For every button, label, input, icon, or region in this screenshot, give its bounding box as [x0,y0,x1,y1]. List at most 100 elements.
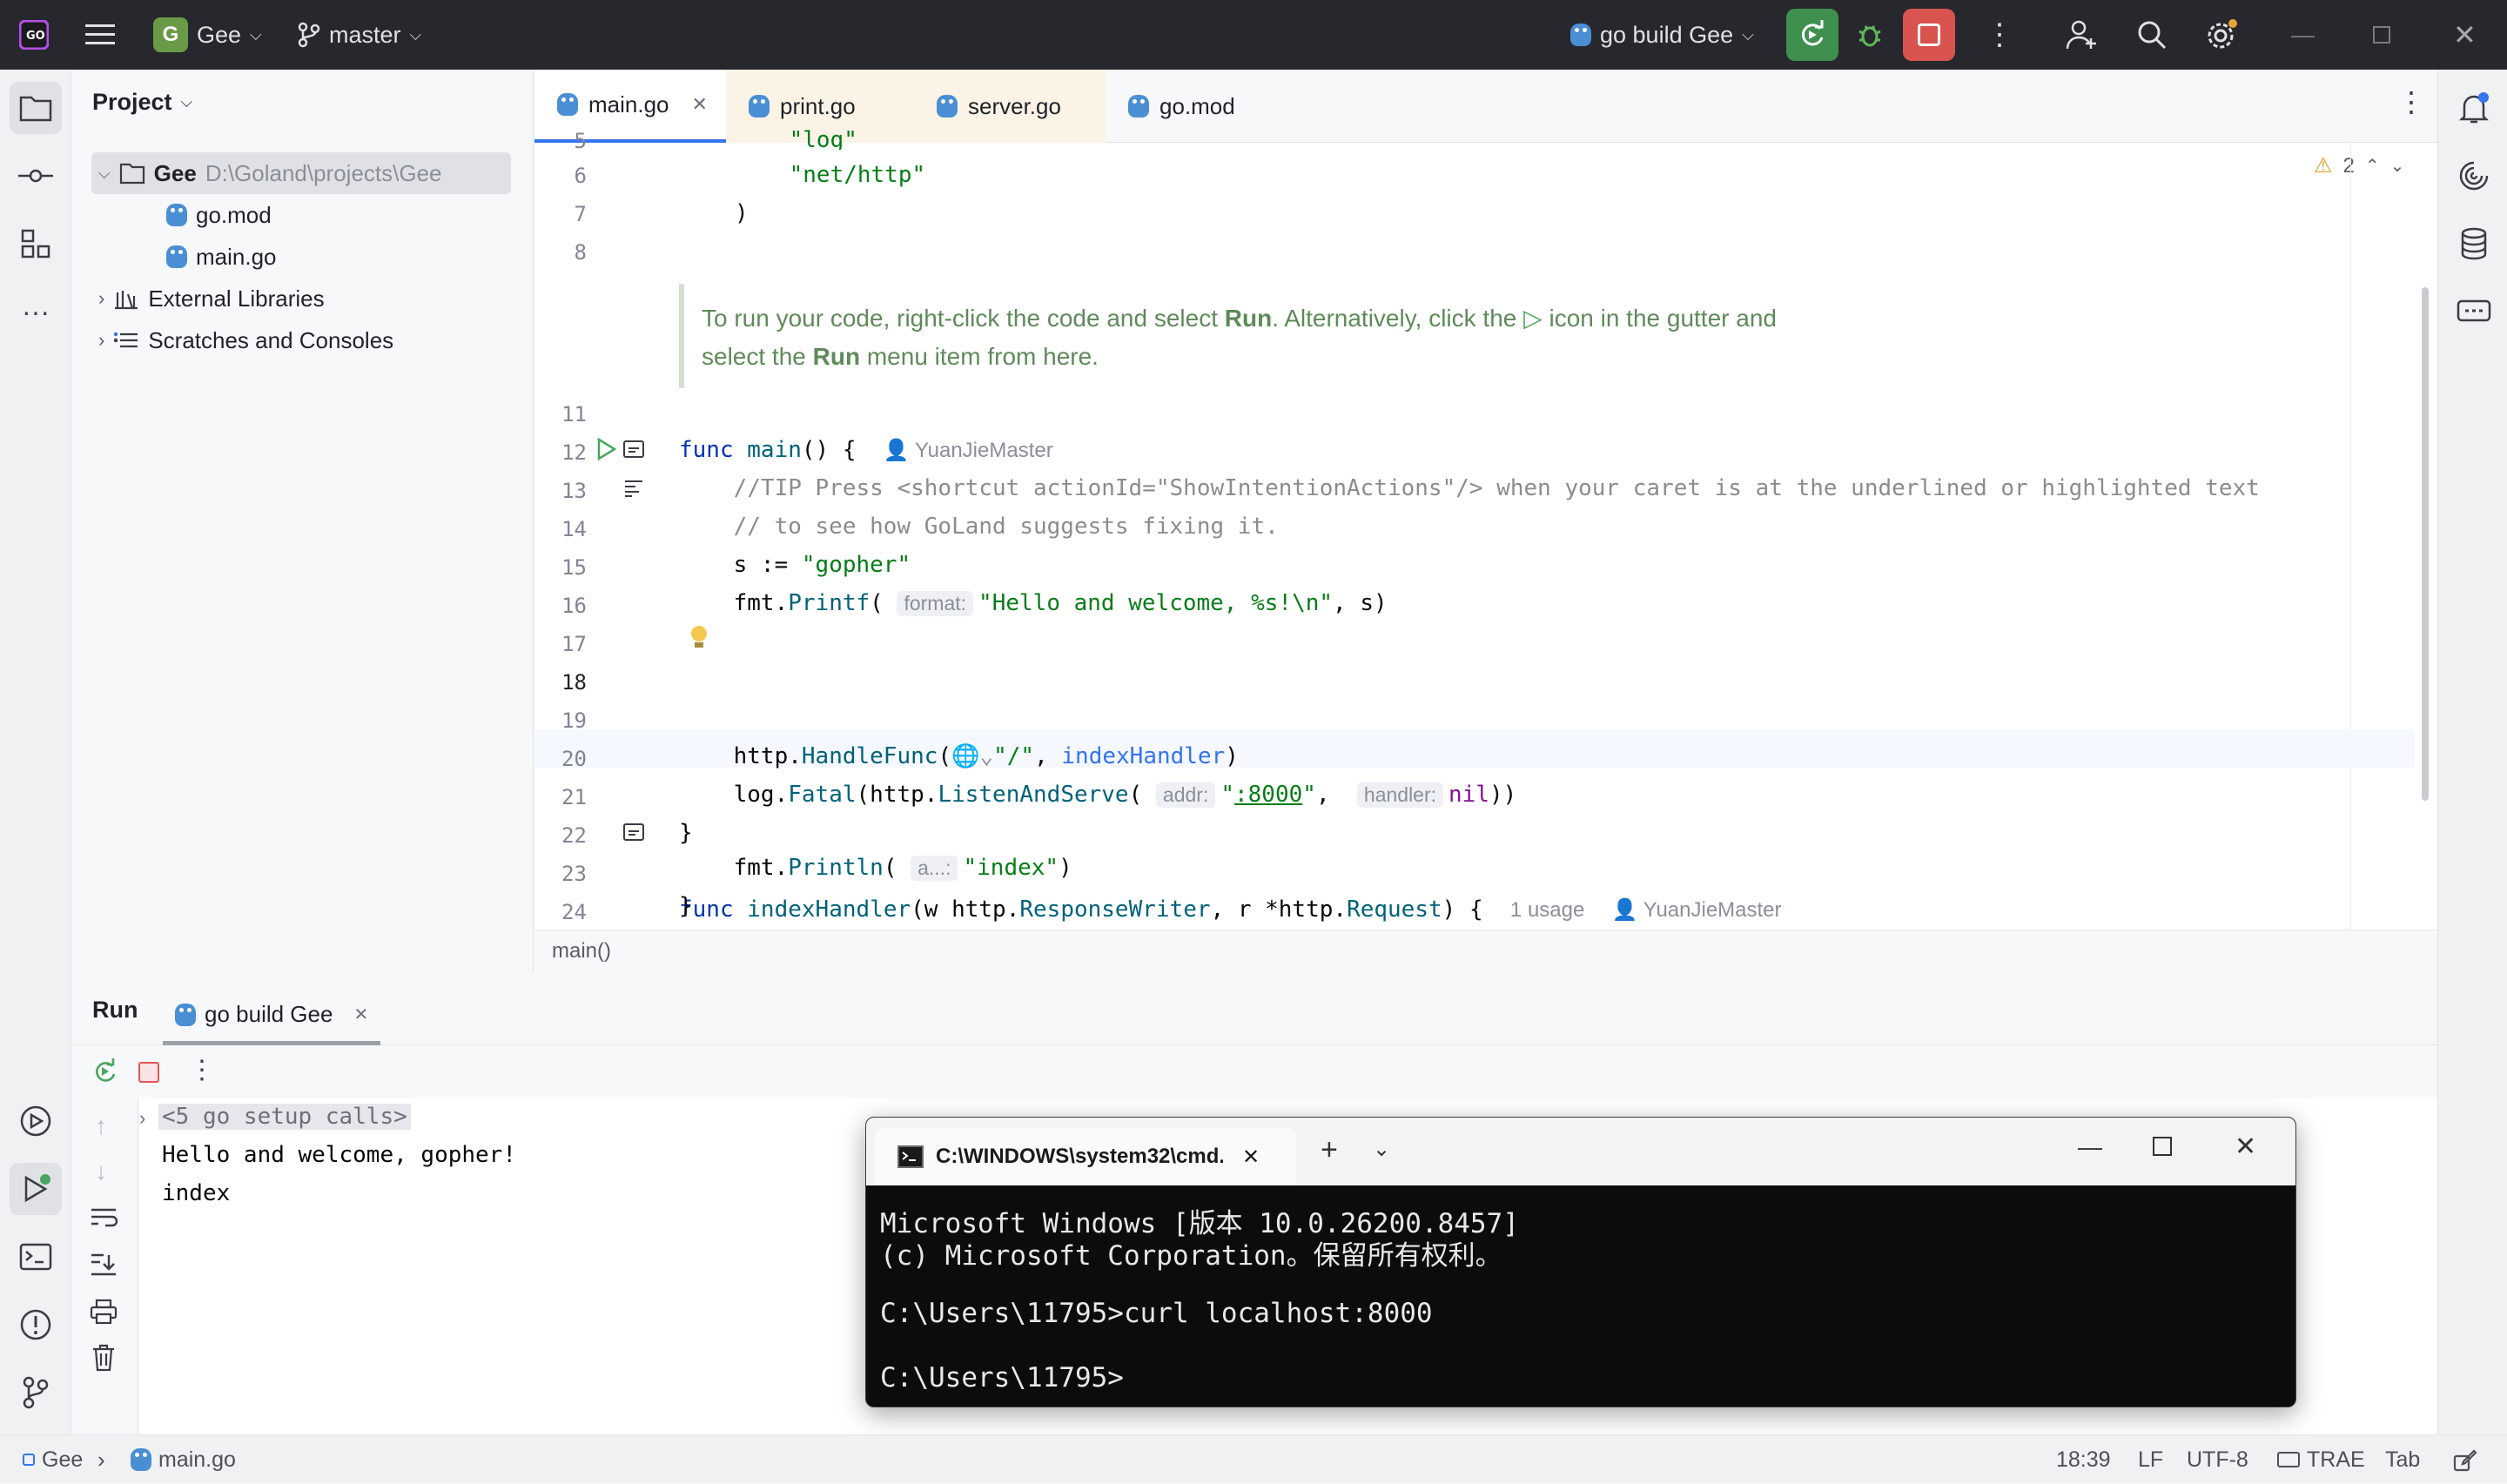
show-tip-gutter-icon[interactable] [623,823,644,845]
run-tool-icon[interactable] [10,1163,62,1215]
code-line-14[interactable]: // to see how GoLand suggests fixing it. [679,514,1279,540]
rerun-button[interactable] [1786,9,1838,61]
status-plugin[interactable]: TRAE [2277,1435,2365,1484]
main-menu-icon[interactable] [85,0,117,70]
soft-wrap-icon[interactable] [90,1206,118,1233]
code-line-5[interactable]: "log" [735,127,857,150]
status-caret-position[interactable]: 18:39 [2056,1435,2111,1484]
code-line-12[interactable]: func main() { 👤 YuanJieMaster [679,437,1053,463]
close-window-icon[interactable]: ✕ [2453,0,2477,70]
close-icon[interactable]: ✕ [353,1004,368,1025]
svg-text:GO: GO [26,30,45,43]
add-user-icon[interactable] [2065,0,2098,70]
status-project[interactable]: Gee [23,1435,83,1484]
show-tip-gutter-icon[interactable] [623,440,644,462]
cmd-tab[interactable]: C:\WINDOWS\system32\cmd. ✕ [875,1128,1296,1185]
git-tool-icon[interactable] [10,1366,62,1419]
editor-scrollbar[interactable] [2422,287,2429,801]
new-tab-icon[interactable]: + [1321,1133,1338,1167]
run-tab-go-build[interactable]: go build Gee ✕ [163,988,381,1045]
app-logo-icon[interactable]: GO [19,0,49,70]
trash-icon[interactable] [91,1344,116,1376]
chevron-up-icon[interactable]: ⌃ [2365,155,2380,177]
status-file[interactable]: main.go [131,1435,236,1484]
database-icon[interactable] [2448,218,2500,270]
code-line-20[interactable]: } [679,820,693,846]
author-hint: YuanJieMaster [1643,898,1782,922]
close-icon[interactable]: ✕ [692,93,708,116]
project-switcher[interactable]: G Gee ⌵ [153,0,262,70]
structure-tool-icon[interactable] [10,218,62,270]
tab-server-go[interactable]: server.go [914,70,1106,143]
tip-render-gutter-icon[interactable] [623,479,644,502]
line-number: 22 [561,823,587,848]
tree-root[interactable]: ⌵ Gee D:\Goland\projects\Gee [91,152,511,194]
tabs-more-icon[interactable]: ⋮ [2397,85,2425,118]
ai-assistant-icon[interactable] [2448,150,2500,202]
run-config-selector[interactable]: go build Gee ⌵ [1570,0,1754,70]
branch-switcher[interactable]: master ⌵ [298,0,421,70]
notifications-icon[interactable] [2448,82,2500,134]
scroll-to-end-icon[interactable] [90,1252,118,1280]
stop-icon[interactable] [138,1062,159,1083]
code-line-19[interactable]: log.Fatal(http.ListenAndServe( addr: ":80… [679,782,1516,808]
terminal-tool-icon[interactable] [10,1231,62,1283]
arrow-down-icon[interactable]: ↓ [95,1158,107,1185]
code-line-7[interactable]: ) [735,200,749,226]
lock-edit-icon[interactable] [2453,1435,2477,1484]
tree-file-go-mod[interactable]: go.mod [166,194,272,236]
tree-file-main-go[interactable]: main.go [166,236,277,278]
status-line-separator[interactable]: LF [2138,1435,2163,1484]
more-tools-icon[interactable]: ··· [10,285,62,338]
code-line-18[interactable]: http.HandleFunc(🌐⌄"/", indexHandler) [679,743,1239,769]
tip-run-word: Run [1224,305,1273,332]
arrow-up-icon[interactable]: ↑ [95,1112,107,1140]
cmd-window[interactable]: C:\WINDOWS\system32\cmd. ✕ + ⌄ — ✕ Micro… [865,1117,2296,1407]
settings-icon[interactable] [2204,0,2239,70]
lightbulb-icon[interactable] [688,623,710,657]
gopher-icon [937,95,958,118]
run-gutter-icon[interactable] [595,437,618,466]
chat-tool-icon[interactable] [2448,285,2500,338]
chevron-down-icon[interactable]: ⌄ [1373,1137,1390,1162]
status-indent[interactable]: Tab [2385,1435,2420,1484]
tree-scratches[interactable]: › Scratches and Consoles [98,319,393,361]
print-icon[interactable] [90,1299,118,1329]
minimize-window-icon[interactable]: — [2078,1133,2102,1161]
cmd-prompt-line[interactable]: C:\Users\11795> [880,1362,1124,1393]
code-line-6[interactable]: "net/http" [735,162,926,188]
usages-hint[interactable]: 1 usage [1510,898,1584,922]
stop-button[interactable] [1903,9,1955,61]
problems-tool-icon[interactable] [10,1299,62,1351]
tab-go-mod[interactable]: go.mod [1106,70,1280,143]
code-line-23[interactable]: fmt.Println( a...: "index") [679,855,1072,881]
run-more-icon[interactable]: ⋮ [189,1055,215,1085]
restore-window-icon[interactable] [2373,0,2390,70]
services-tool-icon[interactable] [10,1095,62,1147]
maximize-window-icon[interactable] [2153,1137,2172,1156]
rerun-icon[interactable] [91,1058,118,1089]
status-encoding[interactable]: UTF-8 [2187,1435,2248,1484]
code-line-22[interactable]: func indexHandler(w http.ResponseWriter,… [679,896,1782,923]
commit-tool-icon[interactable] [10,150,62,202]
inspection-widget[interactable]: ⚠ 2 ⌃ ⌄ [2314,153,2404,178]
folder-icon [119,163,145,185]
chevron-down-icon[interactable]: ⌄ [2390,155,2405,177]
code-line-24[interactable]: } [679,893,693,924]
code-line-16[interactable]: fmt.Printf( format: "Hello and welcome, %… [679,590,1388,616]
minimize-window-icon[interactable]: — [2291,0,2315,70]
external-libraries-label: External Libraries [148,285,325,312]
debug-button[interactable] [1844,9,1896,61]
breadcrumb[interactable]: main() [552,939,611,964]
code-line-13[interactable]: //TIP Press <shortcut actionId="ShowInte… [679,475,2260,501]
code-line-15[interactable]: s := "gopher" [679,552,911,578]
search-icon[interactable] [2136,0,2168,70]
close-window-icon[interactable]: ✕ [2235,1131,2256,1162]
console-folded-line[interactable]: <5 go setup calls> [158,1104,411,1130]
project-tool-icon[interactable] [10,82,62,134]
chevron-right-icon[interactable]: › [139,1107,145,1130]
more-actions-icon[interactable]: ⋮ [1985,0,2014,70]
project-panel-header[interactable]: Project ⌵ [92,89,192,116]
close-icon[interactable]: ✕ [1242,1145,1260,1170]
tree-external-libraries[interactable]: › External Libraries [98,278,325,319]
